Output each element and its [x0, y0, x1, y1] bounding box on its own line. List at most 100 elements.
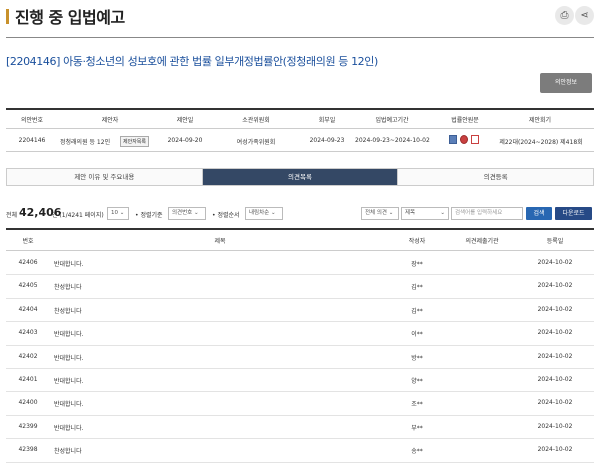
row-divider [6, 438, 594, 440]
referral-date: 2024-09-23 [309, 137, 345, 144]
row-title[interactable]: 찬성합니다 [54, 282, 254, 291]
row-title[interactable]: 반대합니다. [54, 423, 254, 432]
share-button[interactable]: ⋖ [575, 6, 594, 25]
sort-label: • 정렬기준 [135, 212, 163, 219]
sort-label-text: 정렬기준 [140, 212, 163, 219]
search-input[interactable]: 검색어를 입력하세요 [451, 207, 523, 220]
row-date: 2024-10-02 [537, 305, 573, 313]
opinion-filter-value: 전체 의견 [365, 210, 387, 216]
sort-value: 의견번호 [172, 210, 193, 216]
row-title[interactable]: 반대합니다. [54, 329, 254, 338]
row-author: 양** [411, 378, 423, 385]
info-table-top-border [6, 108, 594, 110]
row-number: 42406 [18, 259, 38, 266]
chevron-down-icon: ⌄ [119, 210, 125, 216]
field-filter-value: 제목 [405, 210, 416, 216]
row-number: 42401 [18, 376, 38, 383]
header-session: 제안회기 [528, 117, 552, 124]
field-filter-select[interactable]: 제목 ⌄ [401, 207, 449, 220]
row-number: 42402 [18, 352, 38, 360]
row-divider [6, 297, 594, 299]
row-title[interactable]: 반대합니다. [54, 259, 254, 268]
row-author: 김** [411, 284, 423, 292]
row-author: 방** [411, 354, 423, 362]
chevron-down-icon: ⌄ [388, 210, 394, 216]
total-prefix: 전체 [6, 212, 18, 219]
row-divider [6, 391, 594, 393]
row-number: 42403 [18, 329, 38, 337]
row-divider [6, 321, 594, 323]
download-button[interactable]: 다운로드 [555, 207, 592, 220]
header-proposer: 제안자 [101, 117, 119, 124]
proposal-session: 제22대(2024~2028) 제418회 [499, 139, 583, 146]
row-title[interactable]: 찬성합니다 [54, 306, 254, 315]
doc-file-icon[interactable] [471, 135, 479, 144]
list-header-title: 제목 [214, 238, 226, 245]
info-table-bottom-line [6, 151, 594, 152]
header-period: 입법예고기간 [375, 117, 409, 124]
share-icon: ⋖ [580, 10, 589, 21]
order-value: 내림차순 [249, 210, 270, 216]
search-button[interactable]: 검색 [526, 207, 552, 220]
row-author: 조** [411, 401, 423, 409]
total-page-info: 건 (1/4241 페이지) [52, 212, 104, 219]
print-button[interactable]: ⎙ [555, 6, 574, 25]
chevron-down-icon: ⌄ [194, 210, 199, 216]
row-author: 이** [411, 331, 423, 339]
bill-info-button[interactable]: 의안정보 [540, 73, 592, 93]
bill-title: [2204146] 아동·청소년의 성보호에 관한 법률 일부개정법률안(정청래… [6, 55, 378, 68]
list-header-org: 의견제출기관 [465, 238, 499, 245]
page-size-value: 10 [111, 210, 118, 216]
committee-name: 여성가족위원회 [236, 139, 276, 146]
tab-opinion-register[interactable]: 의견등록 [398, 169, 594, 185]
opinion-filter-select[interactable]: 전체 의견 ⌄ [361, 207, 399, 220]
row-date: 2024-10-02 [537, 399, 573, 407]
row-title[interactable]: 찬성합니다 [54, 446, 254, 455]
header-proposed-date: 제안일 [176, 117, 194, 124]
proposer-list-tag[interactable]: 제안자목록 [120, 136, 150, 147]
page-title: 진행 중 입법예고 [15, 8, 125, 27]
bill-number: 2204146 [18, 137, 46, 144]
row-date: 2024-10-02 [537, 282, 573, 290]
tab-proposal-reason[interactable]: 제안 이유 및 주요내용 [7, 169, 203, 185]
proposer-name: 정청래의원 등 12인 [60, 139, 111, 146]
row-author: 송** [411, 448, 423, 456]
tab-bar: 제안 이유 및 주요내용 의견목록 의견등록 [6, 168, 594, 186]
notice-period: 2024-09-23~2024-10-02 [355, 137, 430, 144]
row-date: 2024-10-02 [537, 446, 573, 454]
row-title[interactable]: 반대합니다. [54, 399, 254, 408]
tab-opinion-list[interactable]: 의견목록 [202, 169, 399, 185]
proposed-date: 2024-09-20 [167, 137, 203, 144]
hwp-file-icon[interactable] [449, 135, 457, 144]
order-label-text: 정렬순서 [217, 212, 240, 219]
title-accent-bar [6, 9, 9, 24]
header-divider [6, 37, 594, 38]
row-date: 2024-10-02 [537, 422, 573, 430]
row-divider [6, 274, 594, 276]
list-header-no: 번호 [22, 238, 34, 245]
header-bill-no: 의안번호 [20, 117, 44, 124]
row-number: 42398 [18, 446, 38, 454]
print-icon: ⎙ [560, 10, 569, 21]
row-divider [6, 368, 594, 369]
pdf-file-icon[interactable] [460, 135, 468, 144]
header-original-text: 법률안원문 [451, 117, 479, 124]
list-header-author: 작성자 [408, 238, 426, 245]
row-author: 부** [411, 424, 423, 432]
row-title[interactable]: 반대합니다. [54, 353, 254, 362]
row-number: 42405 [18, 282, 38, 290]
row-date: 2024-10-02 [537, 352, 573, 360]
order-select[interactable]: 내림차순 ⌄ [245, 207, 283, 220]
list-top-border [6, 228, 594, 230]
list-header-line [6, 250, 594, 251]
page-size-select[interactable]: 10 ⌄ [107, 207, 129, 220]
row-divider [6, 414, 594, 416]
row-title[interactable]: 반대합니다. [54, 376, 254, 385]
chevron-down-icon: ⌄ [440, 210, 445, 216]
row-author: 김** [411, 307, 423, 315]
info-table-header-line [6, 128, 594, 129]
row-number: 42404 [18, 305, 38, 313]
sort-select[interactable]: 의견번호 ⌄ [168, 207, 206, 220]
row-date: 2024-10-02 [537, 329, 573, 337]
row-divider [6, 344, 594, 346]
